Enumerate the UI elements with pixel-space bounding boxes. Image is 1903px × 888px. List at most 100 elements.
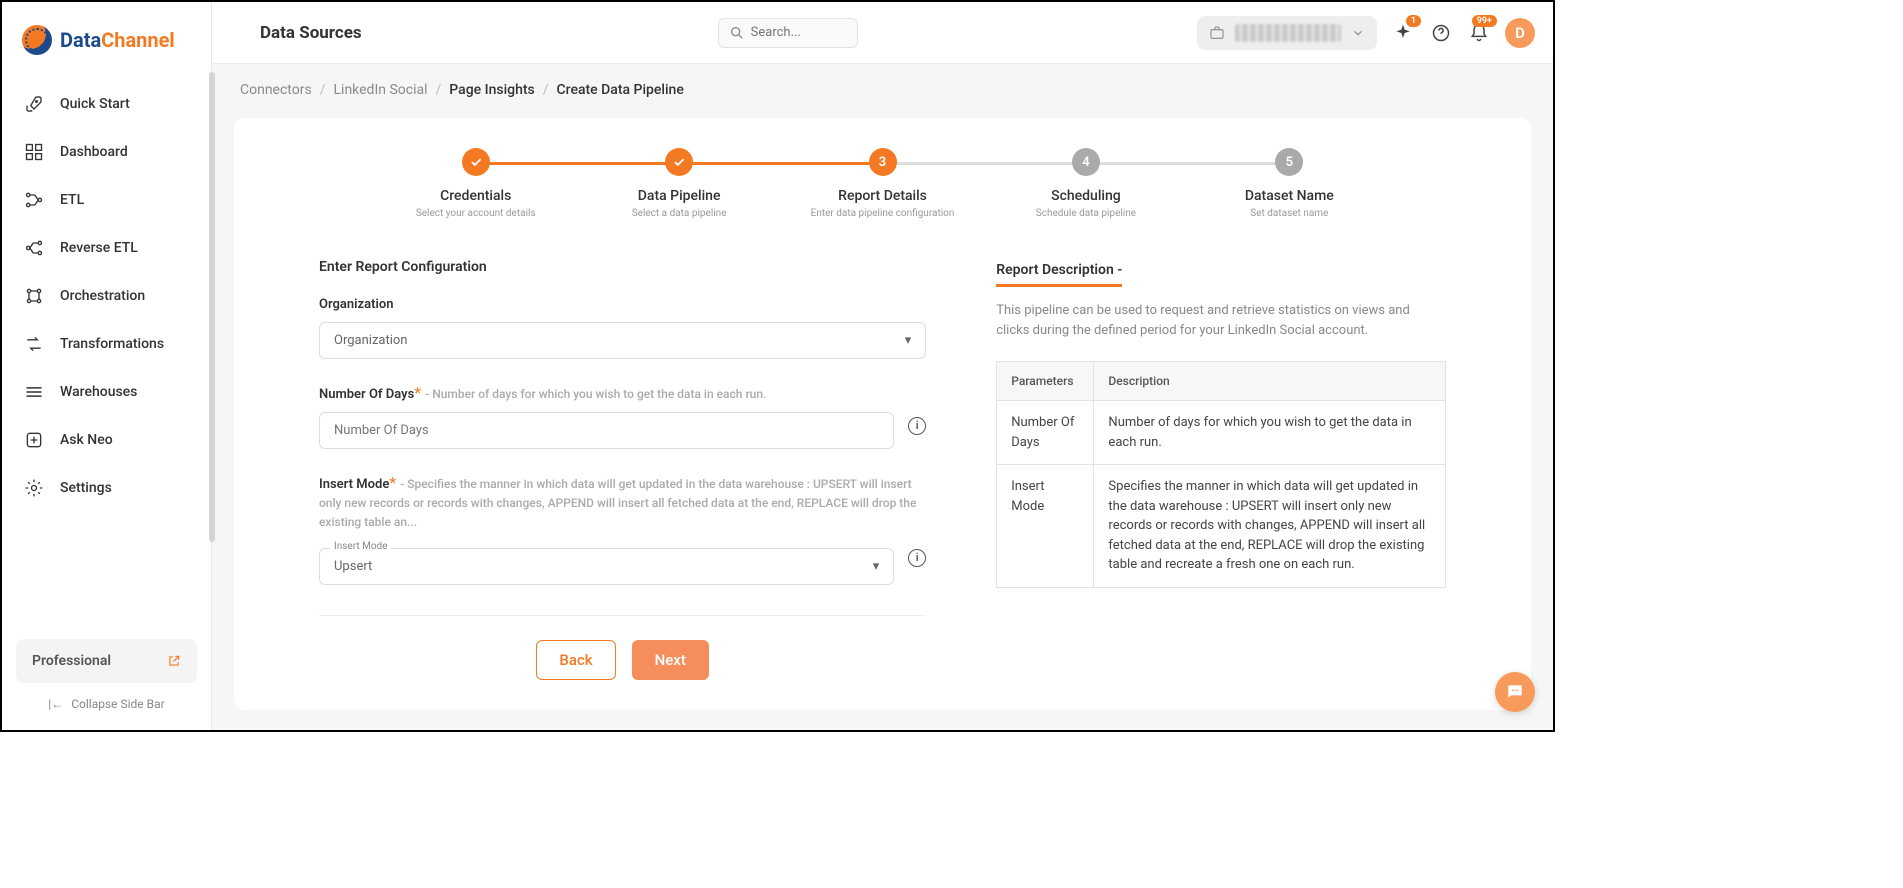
- sidebar-item-label: Orchestration: [60, 288, 145, 304]
- table-row: Number Of Days Number of days for which …: [997, 401, 1446, 465]
- breadcrumb: Connectors / LinkedIn Social / Page Insi…: [212, 64, 1553, 106]
- info-icon[interactable]: i: [908, 549, 926, 567]
- step-number: 4: [1072, 148, 1100, 176]
- briefcase-icon: [1209, 25, 1225, 41]
- plan-name: Professional: [32, 653, 111, 669]
- breadcrumb-item[interactable]: LinkedIn Social: [334, 82, 428, 98]
- stepper: Credentials Select your account details …: [374, 148, 1391, 219]
- plan-card[interactable]: Professional: [16, 639, 197, 683]
- breadcrumb-item[interactable]: Page Insights: [449, 82, 534, 98]
- content-card: Credentials Select your account details …: [234, 118, 1531, 710]
- topbar: Data Sources 1: [212, 2, 1553, 64]
- sidebar-item-reverse-etl[interactable]: Reverse ETL: [2, 224, 211, 272]
- sidebar-item-ask-neo[interactable]: Ask Neo: [2, 416, 211, 464]
- logo[interactable]: DataChannel: [2, 17, 211, 80]
- select-value: Upsert: [334, 559, 372, 574]
- ask-neo-icon: [24, 430, 44, 450]
- chat-fab[interactable]: [1495, 672, 1535, 712]
- dashboard-icon: [24, 142, 44, 162]
- table-row: Insert Mode Specifies the manner in whic…: [997, 465, 1446, 588]
- search-input[interactable]: [751, 25, 847, 40]
- form-section-title: Enter Report Configuration: [319, 259, 926, 275]
- step-scheduling[interactable]: 4 Scheduling Schedule data pipeline: [984, 148, 1187, 219]
- breadcrumb-sep: /: [436, 82, 442, 98]
- sparkle-button[interactable]: 1: [1391, 21, 1415, 45]
- sidebar-item-orchestration[interactable]: Orchestration: [2, 272, 211, 320]
- breadcrumb-item-current: Create Data Pipeline: [557, 82, 684, 98]
- etl-icon: [24, 190, 44, 210]
- check-icon: [665, 148, 693, 176]
- caret-down-icon: ▾: [905, 333, 912, 348]
- param-desc: Number of days for which you wish to get…: [1094, 401, 1446, 465]
- sidebar-item-label: ETL: [60, 192, 84, 208]
- sidebar-item-etl[interactable]: ETL: [2, 176, 211, 224]
- page-title: Data Sources: [260, 23, 362, 43]
- collapse-sidebar-button[interactable]: |← Collapse Side Bar: [16, 683, 197, 715]
- logo-text-b: Channel: [101, 28, 175, 52]
- transformations-icon: [24, 334, 44, 354]
- info-icon[interactable]: i: [908, 417, 926, 435]
- step-report-details[interactable]: 3 Report Details Enter data pipeline con…: [781, 148, 984, 219]
- search-box[interactable]: [718, 18, 858, 48]
- step-sub: Schedule data pipeline: [1036, 208, 1136, 219]
- parameters-table: Parameters Description Number Of Days Nu…: [996, 361, 1446, 588]
- organization-select[interactable]: Organization ▾: [319, 322, 926, 359]
- param-desc: Specifies the manner in which data will …: [1094, 465, 1446, 588]
- step-title: Credentials: [440, 188, 511, 204]
- step-dataset-name[interactable]: 5 Dataset Name Set dataset name: [1188, 148, 1391, 219]
- step-credentials[interactable]: Credentials Select your account details: [374, 148, 577, 219]
- step-title: Report Details: [838, 188, 927, 204]
- sidebar-item-label: Settings: [60, 480, 112, 496]
- sidebar-item-label: Dashboard: [60, 144, 128, 160]
- breadcrumb-item[interactable]: Connectors: [240, 82, 312, 98]
- organization-label: Organization: [319, 297, 393, 312]
- back-button[interactable]: Back: [536, 640, 615, 680]
- insert-mode-label: Insert Mode: [319, 477, 389, 492]
- num-days-hint: - Number of days for which you wish to g…: [425, 387, 766, 401]
- param-name: Insert Mode: [997, 465, 1094, 588]
- logo-mark-icon: [22, 25, 52, 55]
- sidebar-item-transformations[interactable]: Transformations: [2, 320, 211, 368]
- avatar[interactable]: D: [1505, 18, 1535, 48]
- collapse-label: Collapse Side Bar: [71, 697, 165, 711]
- sidebar-item-label: Reverse ETL: [60, 240, 138, 256]
- select-placeholder: Organization: [334, 333, 407, 348]
- sidebar-item-quick-start[interactable]: Quick Start: [2, 80, 211, 128]
- num-days-input[interactable]: [319, 412, 894, 449]
- external-link-icon: [167, 654, 181, 668]
- caret-down-icon: ▾: [873, 559, 880, 574]
- rocket-icon: [24, 94, 44, 114]
- step-number: 3: [869, 148, 897, 176]
- notifications-badge: 99+: [1472, 15, 1497, 27]
- notifications-button[interactable]: 99+: [1467, 21, 1491, 45]
- step-sub: Select a data pipeline: [632, 208, 727, 219]
- step-sub: Set dataset name: [1250, 208, 1328, 219]
- next-button[interactable]: Next: [632, 640, 709, 680]
- sidebar-item-warehouses[interactable]: Warehouses: [2, 368, 211, 416]
- sidebar: DataChannel Quick Start Dashboard ETL Re…: [2, 2, 212, 730]
- step-title: Data Pipeline: [638, 188, 721, 204]
- step-data-pipeline[interactable]: Data Pipeline Select a data pipeline: [577, 148, 780, 219]
- step-sub: Enter data pipeline configuration: [811, 208, 955, 219]
- warehouses-icon: [24, 382, 44, 402]
- sidebar-item-settings[interactable]: Settings: [2, 464, 211, 512]
- chat-icon: [1505, 682, 1525, 702]
- account-switcher[interactable]: [1197, 16, 1377, 50]
- gear-icon: [24, 478, 44, 498]
- sidebar-item-label: Warehouses: [60, 384, 137, 400]
- breadcrumb-sep: /: [543, 82, 549, 98]
- logo-text-a: Data: [60, 28, 101, 52]
- help-button[interactable]: [1429, 21, 1453, 45]
- step-title: Scheduling: [1051, 188, 1121, 204]
- reverse-etl-icon: [24, 238, 44, 258]
- table-header: Description: [1094, 362, 1446, 401]
- search-icon: [729, 25, 745, 41]
- insert-mode-select[interactable]: Insert Mode Upsert ▾: [319, 548, 894, 585]
- sidebar-item-label: Ask Neo: [60, 432, 113, 448]
- table-header: Parameters: [997, 362, 1094, 401]
- step-sub: Select your account details: [416, 208, 536, 219]
- sidebar-item-label: Quick Start: [60, 96, 130, 112]
- orchestration-icon: [24, 286, 44, 306]
- sparkle-badge: 1: [1406, 15, 1421, 27]
- sidebar-item-dashboard[interactable]: Dashboard: [2, 128, 211, 176]
